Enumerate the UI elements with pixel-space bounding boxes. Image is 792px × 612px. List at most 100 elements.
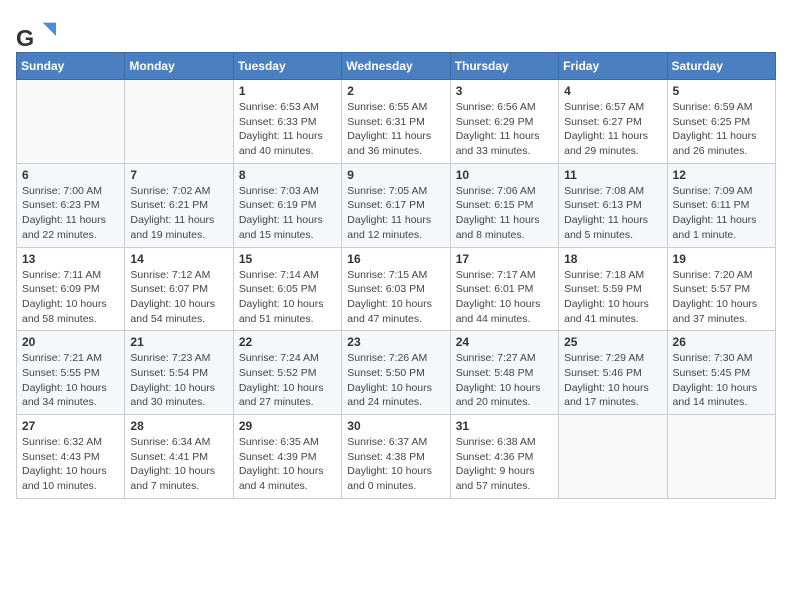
day-number: 30 <box>347 419 444 433</box>
week-row-5: 27Sunrise: 6:32 AM Sunset: 4:43 PM Dayli… <box>17 415 776 499</box>
logo: G <box>16 16 44 40</box>
calendar-cell: 28 Sunrise: 6:34 AM Sunset: 4:41 PM Dayli… <box>125 415 233 499</box>
day-info: Sunrise: 7:30 AM Sunset: 5:45 PM Dayligh… <box>673 351 770 410</box>
calendar-cell: 18 Sunrise: 7:18 AM Sunset: 5:59 PM Dayli… <box>559 247 667 331</box>
day-number: 31 <box>456 419 553 433</box>
day-info: Sunrise: 7:08 AM Sunset: 6:13 PM Dayligh… <box>564 184 661 243</box>
calendar-cell: 7 Sunrise: 7:02 AM Sunset: 6:21 PM Daylig… <box>125 163 233 247</box>
calendar-cell: 23 Sunrise: 7:26 AM Sunset: 5:50 PM Dayli… <box>342 331 450 415</box>
day-number: 5 <box>673 84 770 98</box>
day-info: Sunrise: 7:15 AM Sunset: 6:03 PM Dayligh… <box>347 268 444 327</box>
day-info: Sunrise: 7:09 AM Sunset: 6:11 PM Dayligh… <box>673 184 770 243</box>
day-info: Sunrise: 7:23 AM Sunset: 5:54 PM Dayligh… <box>130 351 227 410</box>
day-number: 28 <box>130 419 227 433</box>
calendar-cell: 22 Sunrise: 7:24 AM Sunset: 5:52 PM Dayli… <box>233 331 341 415</box>
day-number: 11 <box>564 168 661 182</box>
day-number: 29 <box>239 419 336 433</box>
day-number: 27 <box>22 419 119 433</box>
calendar-cell: 20 Sunrise: 7:21 AM Sunset: 5:55 PM Dayli… <box>17 331 125 415</box>
day-number: 12 <box>673 168 770 182</box>
calendar-cell: 5 Sunrise: 6:59 AM Sunset: 6:25 PM Daylig… <box>667 80 775 164</box>
day-header-thursday: Thursday <box>450 53 558 80</box>
day-info: Sunrise: 7:24 AM Sunset: 5:52 PM Dayligh… <box>239 351 336 410</box>
day-number: 2 <box>347 84 444 98</box>
calendar-cell: 15 Sunrise: 7:14 AM Sunset: 6:05 PM Dayli… <box>233 247 341 331</box>
day-header-sunday: Sunday <box>17 53 125 80</box>
calendar-cell <box>667 415 775 499</box>
day-number: 14 <box>130 252 227 266</box>
week-row-2: 6Sunrise: 7:00 AM Sunset: 6:23 PM Daylig… <box>17 163 776 247</box>
calendar-cell: 11 Sunrise: 7:08 AM Sunset: 6:13 PM Dayli… <box>559 163 667 247</box>
day-info: Sunrise: 7:29 AM Sunset: 5:46 PM Dayligh… <box>564 351 661 410</box>
calendar-cell <box>559 415 667 499</box>
calendar-cell: 31 Sunrise: 6:38 AM Sunset: 4:36 PM Dayli… <box>450 415 558 499</box>
svg-text:G: G <box>16 25 34 51</box>
day-number: 10 <box>456 168 553 182</box>
day-number: 7 <box>130 168 227 182</box>
day-number: 1 <box>239 84 336 98</box>
calendar-cell: 24Sunrise: 7:27 AM Sunset: 5:48 PM Dayli… <box>450 331 558 415</box>
calendar-table: SundayMondayTuesdayWednesdayThursdayFrid… <box>16 52 776 499</box>
day-info: Sunrise: 6:35 AM Sunset: 4:39 PM Dayligh… <box>239 435 336 494</box>
day-number: 17 <box>456 252 553 266</box>
day-info: Sunrise: 7:21 AM Sunset: 5:55 PM Dayligh… <box>22 351 119 410</box>
calendar-header-row: SundayMondayTuesdayWednesdayThursdayFrid… <box>17 53 776 80</box>
day-info: Sunrise: 7:17 AM Sunset: 6:01 PM Dayligh… <box>456 268 553 327</box>
day-number: 18 <box>564 252 661 266</box>
day-info: Sunrise: 6:57 AM Sunset: 6:27 PM Dayligh… <box>564 100 661 159</box>
day-number: 24 <box>456 335 553 349</box>
calendar-cell: 2 Sunrise: 6:55 AM Sunset: 6:31 PM Daylig… <box>342 80 450 164</box>
day-info: Sunrise: 6:38 AM Sunset: 4:36 PM Dayligh… <box>456 435 553 494</box>
day-info: Sunrise: 7:02 AM Sunset: 6:21 PM Dayligh… <box>130 184 227 243</box>
calendar-cell: 6Sunrise: 7:00 AM Sunset: 6:23 PM Daylig… <box>17 163 125 247</box>
week-row-4: 20 Sunrise: 7:21 AM Sunset: 5:55 PM Dayli… <box>17 331 776 415</box>
day-info: Sunrise: 6:55 AM Sunset: 6:31 PM Dayligh… <box>347 100 444 159</box>
week-row-1: 1 Sunrise: 6:53 AM Sunset: 6:33 PM Daylig… <box>17 80 776 164</box>
day-info: Sunrise: 7:26 AM Sunset: 5:50 PM Dayligh… <box>347 351 444 410</box>
calendar-cell: 12 Sunrise: 7:09 AM Sunset: 6:11 PM Dayli… <box>667 163 775 247</box>
day-number: 20 <box>22 335 119 349</box>
day-info: Sunrise: 6:53 AM Sunset: 6:33 PM Dayligh… <box>239 100 336 159</box>
day-number: 19 <box>673 252 770 266</box>
calendar-cell: 14Sunrise: 7:12 AM Sunset: 6:07 PM Dayli… <box>125 247 233 331</box>
day-number: 16 <box>347 252 444 266</box>
day-number: 3 <box>456 84 553 98</box>
day-number: 9 <box>347 168 444 182</box>
logo-icon: G <box>16 16 40 40</box>
calendar-cell: 10 Sunrise: 7:06 AM Sunset: 6:15 PM Dayli… <box>450 163 558 247</box>
day-info: Sunrise: 7:05 AM Sunset: 6:17 PM Dayligh… <box>347 184 444 243</box>
day-info: Sunrise: 6:56 AM Sunset: 6:29 PM Dayligh… <box>456 100 553 159</box>
day-info: Sunrise: 6:59 AM Sunset: 6:25 PM Dayligh… <box>673 100 770 159</box>
calendar-cell: 19 Sunrise: 7:20 AM Sunset: 5:57 PM Dayli… <box>667 247 775 331</box>
calendar-cell: 1 Sunrise: 6:53 AM Sunset: 6:33 PM Daylig… <box>233 80 341 164</box>
day-info: Sunrise: 7:20 AM Sunset: 5:57 PM Dayligh… <box>673 268 770 327</box>
calendar-cell: 27Sunrise: 6:32 AM Sunset: 4:43 PM Dayli… <box>17 415 125 499</box>
calendar-cell: 26 Sunrise: 7:30 AM Sunset: 5:45 PM Dayli… <box>667 331 775 415</box>
header: G <box>16 16 776 40</box>
day-number: 26 <box>673 335 770 349</box>
day-header-friday: Friday <box>559 53 667 80</box>
calendar-cell: 9 Sunrise: 7:05 AM Sunset: 6:17 PM Daylig… <box>342 163 450 247</box>
day-number: 25 <box>564 335 661 349</box>
day-number: 22 <box>239 335 336 349</box>
day-number: 6 <box>22 168 119 182</box>
day-info: Sunrise: 7:14 AM Sunset: 6:05 PM Dayligh… <box>239 268 336 327</box>
calendar-cell: 4 Sunrise: 6:57 AM Sunset: 6:27 PM Daylig… <box>559 80 667 164</box>
day-number: 13 <box>22 252 119 266</box>
calendar-cell: 25 Sunrise: 7:29 AM Sunset: 5:46 PM Dayli… <box>559 331 667 415</box>
calendar-cell <box>17 80 125 164</box>
day-header-tuesday: Tuesday <box>233 53 341 80</box>
day-number: 8 <box>239 168 336 182</box>
day-info: Sunrise: 7:18 AM Sunset: 5:59 PM Dayligh… <box>564 268 661 327</box>
day-info: Sunrise: 6:37 AM Sunset: 4:38 PM Dayligh… <box>347 435 444 494</box>
day-number: 23 <box>347 335 444 349</box>
day-number: 4 <box>564 84 661 98</box>
calendar-cell: 13Sunrise: 7:11 AM Sunset: 6:09 PM Dayli… <box>17 247 125 331</box>
day-number: 15 <box>239 252 336 266</box>
calendar-cell: 3 Sunrise: 6:56 AM Sunset: 6:29 PM Daylig… <box>450 80 558 164</box>
calendar-cell: 16 Sunrise: 7:15 AM Sunset: 6:03 PM Dayli… <box>342 247 450 331</box>
day-info: Sunrise: 7:06 AM Sunset: 6:15 PM Dayligh… <box>456 184 553 243</box>
calendar-cell: 8Sunrise: 7:03 AM Sunset: 6:19 PM Daylig… <box>233 163 341 247</box>
day-info: Sunrise: 6:34 AM Sunset: 4:41 PM Dayligh… <box>130 435 227 494</box>
day-number: 21 <box>130 335 227 349</box>
